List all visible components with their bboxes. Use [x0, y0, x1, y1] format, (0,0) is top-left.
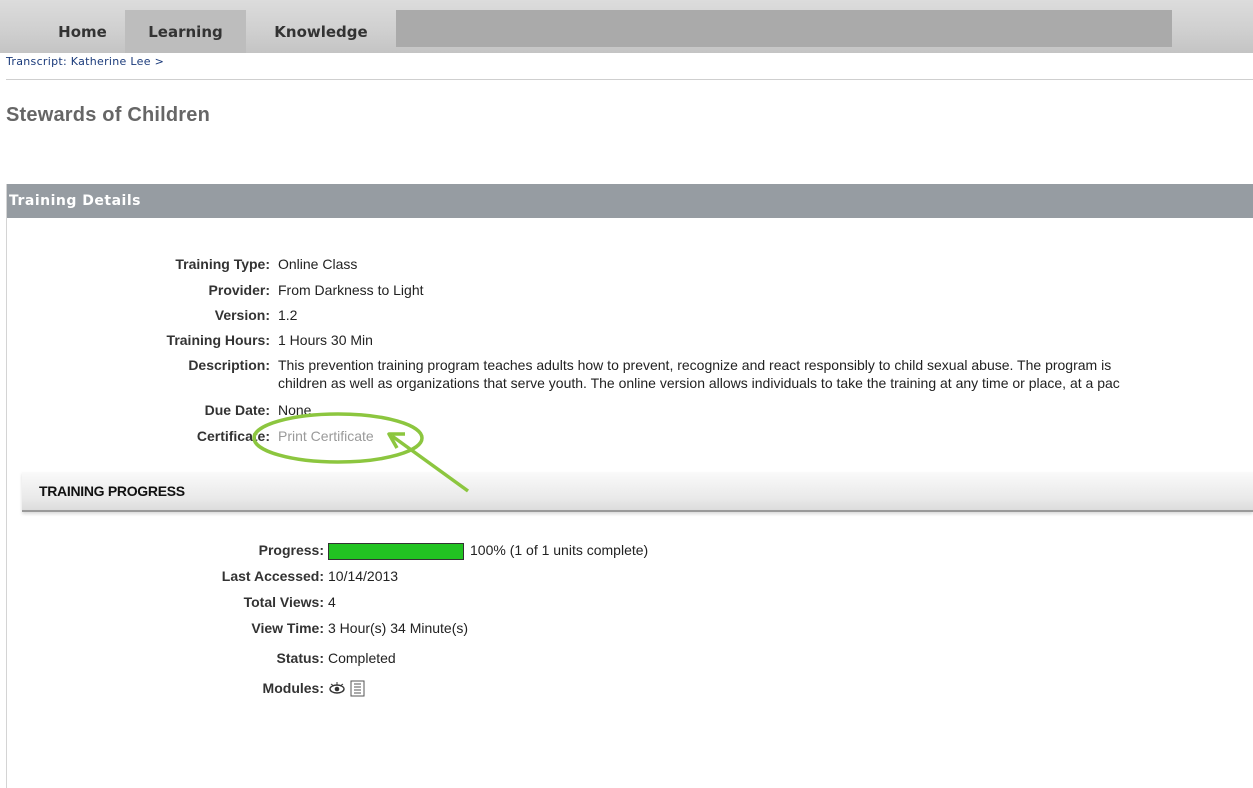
detail-label: Description:: [188, 357, 270, 373]
detail-value: Online Class: [278, 256, 358, 272]
progress-label: Status:: [276, 650, 324, 666]
progress-label: Progress:: [258, 542, 324, 558]
detail-value: None: [278, 402, 312, 418]
breadcrumb[interactable]: Transcript: Katherine Lee >: [6, 55, 164, 68]
print-certificate-link[interactable]: Print Certificate: [278, 428, 374, 445]
description-line-2: children as well as organizations that s…: [278, 375, 1120, 391]
detail-row-description: Description: This prevention training pr…: [7, 357, 1253, 397]
progress-value: 3 Hour(s) 34 Minute(s): [328, 620, 469, 636]
progress-label: View Time:: [251, 620, 324, 636]
page-title: Stewards of Children: [6, 104, 211, 126]
detail-label: Training Hours:: [166, 332, 270, 348]
detail-label: Due Date:: [204, 402, 270, 418]
training-progress-header: TRAINING PROGRESS: [22, 472, 1253, 512]
nav-filler: [396, 10, 1172, 47]
tab-learning[interactable]: Learning: [125, 10, 246, 53]
top-navigation: Home Learning Knowledge: [0, 0, 1253, 53]
section-title: TRAINING PROGRESS: [39, 483, 185, 499]
tab-home[interactable]: Home: [40, 10, 125, 53]
progress-bar: [328, 543, 464, 560]
eye-icon[interactable]: [328, 680, 348, 701]
detail-label: Certificate:: [196, 428, 270, 444]
tab-knowledge[interactable]: Knowledge: [246, 10, 396, 53]
detail-label: Version:: [214, 307, 270, 323]
progress-value: 10/14/2013: [328, 568, 399, 584]
progress-text: 100% (1 of 1 units complete): [470, 542, 649, 558]
document-list-icon[interactable]: [350, 680, 366, 701]
progress-label: Modules:: [262, 680, 324, 696]
divider: [6, 79, 1253, 80]
detail-label: Training Type:: [175, 256, 270, 272]
progress-value: 4: [328, 594, 336, 610]
panel-header: Training Details: [7, 184, 1253, 218]
progress-label: Last Accessed:: [221, 568, 324, 584]
progress-label: Total Views:: [243, 594, 324, 610]
detail-label: Provider:: [208, 282, 270, 298]
description-line-1: This prevention training program teaches…: [278, 357, 1112, 373]
detail-value: 1.2: [278, 307, 298, 323]
detail-value: 1 Hours 30 Min: [278, 332, 373, 348]
detail-value: From Darkness to Light: [278, 282, 424, 298]
progress-value: Completed: [328, 650, 396, 666]
